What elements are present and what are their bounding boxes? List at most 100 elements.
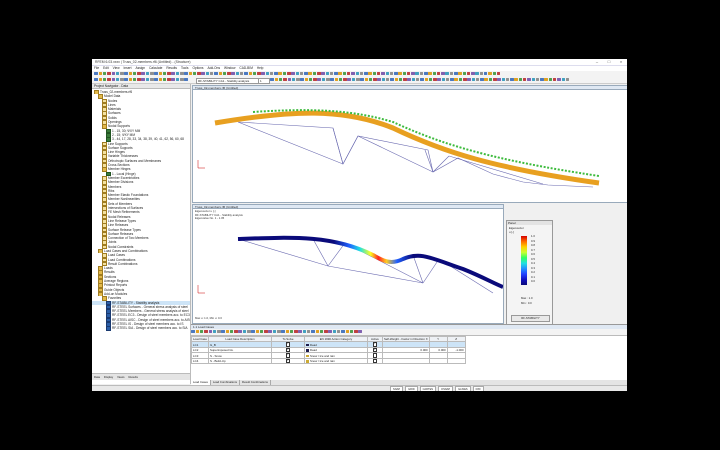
toolbar-button-icon[interactable] — [214, 71, 218, 75]
toolbar-button-icon[interactable] — [167, 71, 171, 75]
to-solve-checkbox[interactable]: ✓ — [285, 353, 291, 358]
toolbar-button-icon[interactable] — [398, 71, 402, 75]
toolbar-button-icon[interactable] — [334, 71, 338, 75]
toolbar-button-icon[interactable] — [167, 77, 171, 81]
toolbar-button-icon[interactable] — [300, 77, 304, 81]
toolbar-button-icon[interactable] — [441, 77, 446, 81]
toolbar-button-icon[interactable] — [145, 77, 150, 81]
toolbar-button-icon[interactable] — [270, 77, 274, 81]
toolbar-button-icon[interactable] — [540, 77, 544, 81]
toolbar-button-icon[interactable] — [171, 71, 175, 75]
cell-to-solve[interactable]: ✓ — [270, 357, 305, 365]
toolbar-button-icon[interactable] — [295, 71, 300, 75]
toolbar-button-icon[interactable] — [242, 329, 247, 333]
toolbar-button-icon[interactable] — [492, 71, 497, 75]
toolbar-button-icon[interactable] — [518, 77, 523, 81]
toolbar-button-icon[interactable] — [475, 71, 479, 75]
toolbar-button-icon[interactable] — [458, 77, 463, 81]
load-case-combo[interactable]: RF-STABILITY CA1 - Stability analysis — [196, 77, 260, 84]
status-toggle[interactable]: GRID — [405, 386, 418, 391]
toolbar-button-icon[interactable] — [107, 77, 111, 81]
toolbar-button-icon[interactable] — [407, 77, 411, 81]
toolbar-button-icon[interactable] — [98, 77, 103, 81]
toolbar-button-icon[interactable] — [445, 71, 449, 75]
toolbar-button-icon[interactable] — [278, 71, 282, 75]
toolbar-button-icon[interactable] — [94, 77, 98, 81]
toolbar-button-icon[interactable] — [415, 77, 420, 81]
toolbar-button-icon[interactable] — [471, 77, 476, 81]
toolbar-button-icon[interactable] — [328, 329, 332, 333]
toolbar-button-icon[interactable] — [349, 329, 354, 333]
toolbar-button-icon[interactable] — [402, 71, 407, 75]
toolbar-button-icon[interactable] — [351, 71, 355, 75]
status-toggle[interactable]: GLINES — [455, 386, 471, 391]
toolbar-button-icon[interactable] — [483, 71, 488, 75]
toolbar-button-icon[interactable] — [150, 77, 154, 81]
toolbar-button-icon[interactable] — [111, 77, 116, 81]
toolbar-button-icon[interactable] — [403, 77, 407, 81]
toolbar-button-icon[interactable] — [315, 329, 320, 333]
cell-factor-z[interactable] — [446, 357, 466, 365]
toolbar-button-icon[interactable] — [424, 71, 428, 75]
toolbar-button-icon[interactable] — [274, 77, 279, 81]
toolbar-button-icon[interactable] — [191, 329, 195, 333]
toolbar-button-icon[interactable] — [354, 329, 358, 333]
toolbar-button-icon[interactable] — [501, 77, 506, 81]
toolbar-button-icon[interactable] — [209, 71, 214, 75]
toolbar-button-icon[interactable] — [449, 71, 454, 75]
toolbar-button-icon[interactable] — [338, 71, 342, 75]
toolbar-button-icon[interactable] — [496, 71, 501, 75]
toolbar-button-icon[interactable] — [124, 71, 128, 75]
toolbar-button-icon[interactable] — [218, 71, 223, 75]
toolbar-button-icon[interactable] — [141, 77, 145, 81]
toolbar-button-icon[interactable] — [321, 71, 325, 75]
minimize-icon[interactable]: – — [591, 59, 603, 65]
toolbar-button-icon[interactable] — [360, 77, 364, 81]
toolbar-button-icon[interactable] — [385, 77, 390, 81]
status-toggle[interactable]: CARTES — [419, 386, 437, 391]
toolbar-button-icon[interactable] — [285, 329, 290, 333]
toolbar-button-icon[interactable] — [364, 77, 369, 81]
toolbar-button-icon[interactable] — [137, 77, 141, 81]
toolbar-button-icon[interactable] — [272, 329, 277, 333]
structure-canvas[interactable] — [193, 90, 627, 202]
toolbar-button-icon[interactable] — [308, 77, 313, 81]
toolbar-button-icon[interactable] — [480, 77, 484, 81]
toolbar-button-icon[interactable] — [115, 71, 120, 75]
toolbar-button-icon[interactable] — [484, 77, 488, 81]
toolbar-button-icon[interactable] — [107, 71, 111, 75]
toolbar-button-icon[interactable] — [184, 71, 188, 75]
toolbar-button-icon[interactable] — [428, 77, 433, 81]
toolbar-button-icon[interactable] — [466, 71, 471, 75]
toolbar-button-icon[interactable] — [162, 71, 167, 75]
toolbar-button-icon[interactable] — [225, 329, 230, 333]
toolbar-button-icon[interactable] — [336, 329, 341, 333]
toolbar-button-icon[interactable] — [199, 329, 204, 333]
toolbar-button-icon[interactable] — [231, 71, 235, 75]
toolbar-button-icon[interactable] — [411, 71, 415, 75]
toolbar-button-icon[interactable] — [137, 71, 141, 75]
toolbar-button-icon[interactable] — [255, 329, 260, 333]
toolbar-button-icon[interactable] — [282, 71, 287, 75]
toolbar-button-icon[interactable] — [535, 77, 540, 81]
toolbar-button-icon[interactable] — [471, 71, 475, 75]
toolbar-button-icon[interactable] — [158, 77, 163, 81]
toolbar-button-icon[interactable] — [306, 329, 311, 333]
active-checkbox[interactable] — [372, 353, 378, 358]
toolbar-button-icon[interactable] — [195, 329, 200, 333]
toolbar-button-icon[interactable] — [296, 77, 300, 81]
toolbar-button-icon[interactable] — [479, 71, 484, 75]
eigenvector-view[interactable]: Truss_02-members.rf6 (Untitled) Eigenvec… — [192, 204, 504, 324]
toolbar-button-icon[interactable] — [102, 77, 107, 81]
toolbar-button-icon[interactable] — [212, 329, 217, 333]
toolbar-button-icon[interactable] — [261, 71, 265, 75]
toolbar-button-icon[interactable] — [145, 71, 150, 75]
toolbar-button-icon[interactable] — [111, 71, 116, 75]
toolbar-button-icon[interactable] — [458, 71, 462, 75]
toolbar-button-icon[interactable] — [287, 71, 291, 75]
toolbar-button-icon[interactable] — [120, 77, 124, 81]
toolbar-button-icon[interactable] — [154, 77, 158, 81]
toolbar-button-icon[interactable] — [298, 329, 302, 333]
toolbar-button-icon[interactable] — [326, 77, 330, 81]
toolbar-button-icon[interactable] — [345, 329, 350, 333]
